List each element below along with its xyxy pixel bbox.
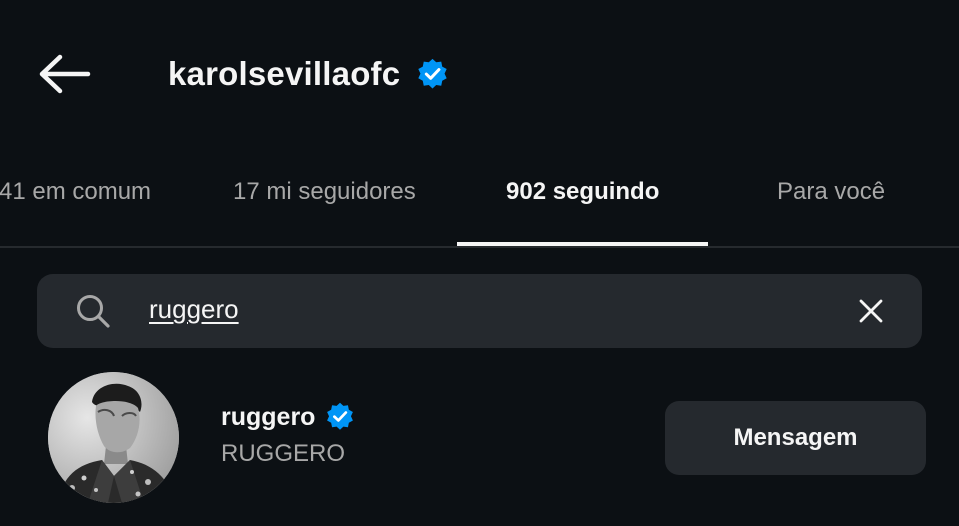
- result-name-group[interactable]: ruggero: [221, 402, 355, 432]
- search-input[interactable]: ruggero: [37, 274, 922, 348]
- search-icon: [77, 295, 110, 328]
- message-button[interactable]: Mensagem: [665, 401, 926, 475]
- avatar[interactable]: [48, 372, 179, 503]
- verified-badge-icon: [416, 58, 449, 91]
- close-icon: [859, 299, 883, 323]
- result-username[interactable]: ruggero: [221, 403, 315, 432]
- search-query-text[interactable]: ruggero: [149, 294, 239, 325]
- tab-for-you[interactable]: Para você: [777, 160, 885, 248]
- clear-search-button[interactable]: [856, 296, 886, 326]
- tab-bar: 41 em comum 17 mi seguidores 902 seguind…: [0, 160, 959, 248]
- back-button[interactable]: [32, 48, 96, 100]
- following-screen: karolsevillaofc 41 em comum 17 mi seguid…: [0, 0, 959, 526]
- verified-badge-icon: [325, 402, 355, 432]
- list-item[interactable]: ruggero RUGGERO Mensagem: [0, 368, 959, 518]
- tab-followers[interactable]: 17 mi seguidores: [233, 160, 416, 248]
- header-title-group: karolsevillaofc: [168, 48, 449, 100]
- tab-mutual[interactable]: 41 em comum: [0, 160, 151, 248]
- arrow-left-icon: [39, 54, 91, 94]
- tab-following[interactable]: 902 seguindo: [506, 160, 659, 248]
- tab-divider: [0, 246, 959, 248]
- page-title: karolsevillaofc: [168, 55, 401, 92]
- active-tab-indicator: [457, 242, 708, 246]
- result-full-name: RUGGERO: [221, 440, 346, 467]
